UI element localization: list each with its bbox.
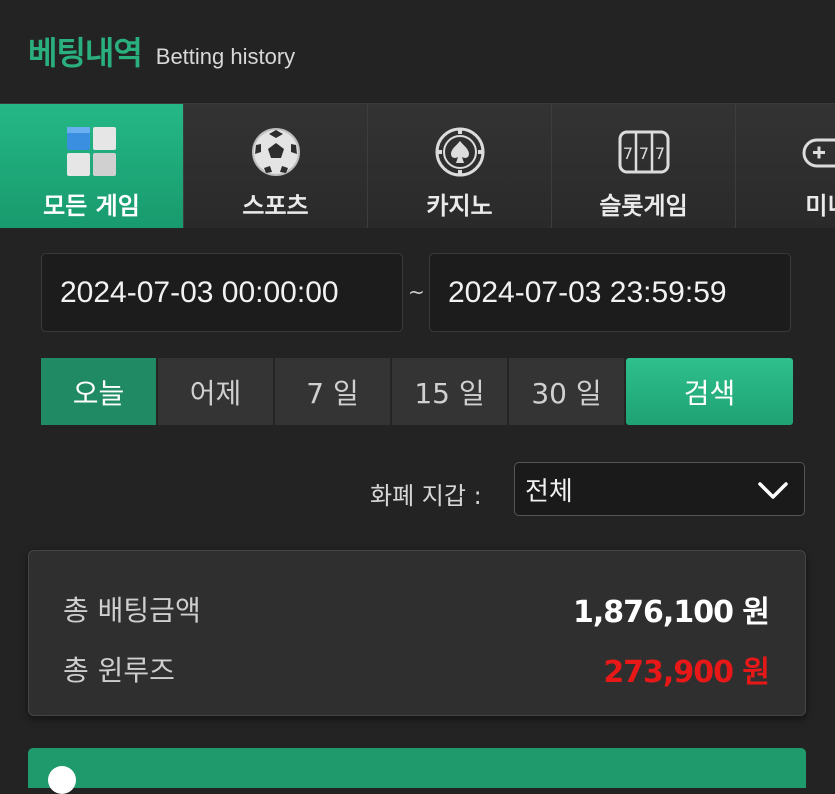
- tab-all-games[interactable]: 모든 게임: [0, 104, 184, 228]
- filter-15days-button[interactable]: 15 일: [392, 358, 508, 425]
- total-winloss-value: 273,900 원: [603, 647, 769, 691]
- page-subtitle: Betting history: [156, 44, 295, 70]
- betting-summary-card: 총 배팅금액 1,876,100 원 총 윈루즈 273,900 원: [28, 550, 806, 716]
- tab-sports[interactable]: 스포츠: [184, 104, 368, 228]
- start-date-input[interactable]: 2024-07-03 00:00:00: [41, 253, 403, 332]
- filter-30days-button[interactable]: 30 일: [509, 358, 625, 425]
- page-header: 베팅내역 Betting history: [28, 28, 295, 74]
- info-icon: [48, 766, 76, 794]
- svg-text:7: 7: [638, 144, 648, 163]
- svg-text:7: 7: [654, 144, 664, 163]
- currency-wallet-select[interactable]: 전체: [514, 462, 805, 516]
- slot-machine-icon: 7 7 7: [616, 124, 672, 180]
- all-games-icon: [64, 124, 120, 180]
- currency-wallet-label: 화폐 지갑 :: [370, 476, 482, 511]
- total-winloss-label: 총 윈루즈: [63, 649, 175, 689]
- tab-casino[interactable]: 카지노: [368, 104, 552, 228]
- total-winloss-row: 총 윈루즈 273,900 원: [63, 647, 769, 691]
- page-title: 베팅내역: [28, 28, 142, 74]
- filter-yesterday-button[interactable]: 어제: [158, 358, 274, 425]
- tab-label: 카지노: [426, 186, 492, 221]
- tab-mini-games[interactable]: 미니: [736, 104, 835, 228]
- bet-list-header-bar[interactable]: [28, 748, 806, 788]
- tab-label: 스포츠: [242, 186, 308, 221]
- soccer-ball-icon: [248, 124, 304, 180]
- tab-label: 슬롯게임: [599, 186, 687, 221]
- tab-slot-games[interactable]: 7 7 7 슬롯게임: [552, 104, 736, 228]
- gamepad-icon: [800, 124, 835, 180]
- tab-label: 미니: [805, 186, 835, 221]
- filter-today-button[interactable]: 오늘: [41, 358, 157, 425]
- tab-label: 모든 게임: [43, 186, 140, 221]
- total-bet-value: 1,876,100 원: [573, 587, 769, 631]
- casino-chip-icon: [432, 124, 488, 180]
- currency-wallet-selected: 전체: [525, 471, 573, 508]
- chevron-down-icon: [756, 475, 790, 512]
- search-button[interactable]: 검색: [626, 358, 793, 425]
- game-category-tabs: 모든 게임 스포츠: [0, 103, 835, 228]
- svg-text:7: 7: [622, 144, 632, 163]
- date-range-separator: ~: [408, 280, 425, 304]
- total-bet-row: 총 배팅금액 1,876,100 원: [63, 587, 769, 631]
- end-date-input[interactable]: 2024-07-03 23:59:59: [429, 253, 791, 332]
- filter-7days-button[interactable]: 7 일: [275, 358, 391, 425]
- total-bet-label: 총 배팅금액: [63, 589, 201, 629]
